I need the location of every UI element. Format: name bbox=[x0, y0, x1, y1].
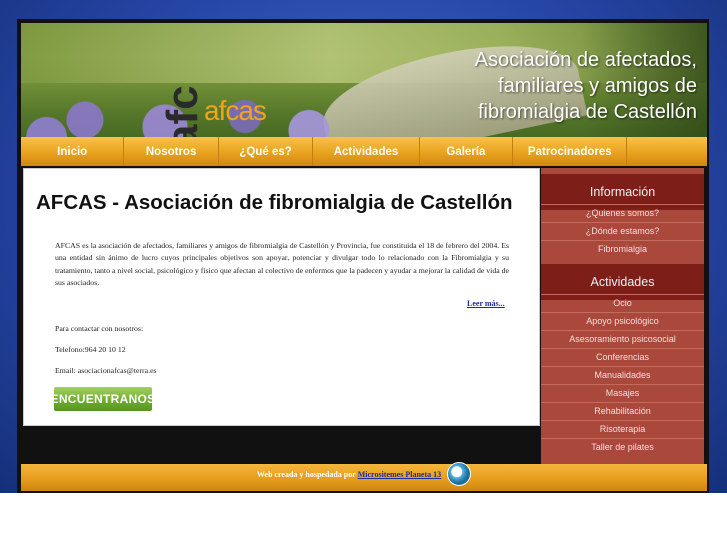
find-us-button[interactable]: ENCUENTRANOS bbox=[51, 387, 155, 411]
content-panel: AFCAS - Asociación de fibromialgia de Ca… bbox=[23, 168, 540, 426]
contact-email: Email: asociacionafcas@terra.es bbox=[55, 366, 157, 375]
nav-item-actividades[interactable]: Actividades bbox=[313, 137, 420, 166]
logo[interactable]: afcas bbox=[204, 95, 267, 127]
nav-item-nosotros[interactable]: Nosotros bbox=[124, 137, 219, 166]
footer: Web creada y hospedada por Micrositemes … bbox=[21, 462, 707, 491]
sidebar-item-quienes-somos[interactable]: ¿Quienes somos? bbox=[541, 204, 704, 222]
logo-mark: afc bbox=[158, 85, 207, 137]
banner-title-line: Asociación de afectados, bbox=[474, 49, 697, 71]
banner-title: Asociación de afectados, familiares y am… bbox=[457, 47, 697, 125]
banner-title-line: familiares y amigos de bbox=[498, 75, 697, 97]
footer-text: Web creada y hospedada por bbox=[256, 469, 356, 479]
nav-item-galeria[interactable]: Galería bbox=[420, 137, 514, 166]
sidebar-item-pilates[interactable]: Taller de pilates bbox=[541, 438, 704, 456]
sidebar-item-asesoramiento[interactable]: Asesoramiento psicosocial bbox=[541, 330, 704, 348]
sidebar-item-apoyo-psicologico[interactable]: Apoyo psicológico bbox=[541, 312, 704, 330]
globe-icon[interactable] bbox=[447, 462, 472, 486]
sidebar-item-manualidades[interactable]: Manualidades bbox=[541, 366, 704, 384]
read-more-link[interactable]: Leer más... bbox=[467, 299, 505, 308]
main-nav: Inicio Nosotros ¿Qué es? Actividades Gal… bbox=[21, 137, 707, 166]
footer-link[interactable]: Micrositemes Planeta 13 bbox=[358, 470, 441, 479]
contact-intro: Para contactar con nosotros: bbox=[55, 324, 144, 333]
nav-item-patrocinadores[interactable]: Patrocinadores bbox=[513, 137, 628, 166]
header-banner: afc afcas Asociación de afectados, famil… bbox=[21, 23, 707, 137]
nav-item-empty bbox=[627, 137, 707, 166]
sidebar-item-masajes[interactable]: Masajes bbox=[541, 384, 704, 402]
intro-paragraph: AFCAS es la asociación de afectados, fam… bbox=[55, 241, 509, 288]
contact-phone: Telefono:964 20 10 12 bbox=[55, 345, 126, 354]
sidebar-item-risoterapia[interactable]: Risoterapia bbox=[541, 420, 704, 438]
nav-item-que-es[interactable]: ¿Qué es? bbox=[219, 137, 314, 166]
sidebar-item-rehabilitacion[interactable]: Rehabilitación bbox=[541, 402, 704, 420]
sidebar-item-fibromialgia[interactable]: Fibromialgia bbox=[541, 240, 704, 258]
banner-title-line: fibromialgia de Castellón bbox=[477, 101, 697, 123]
sidebar-item-ocio[interactable]: Ocio bbox=[541, 294, 704, 312]
nav-item-inicio[interactable]: Inicio bbox=[21, 137, 125, 166]
sidebar: Información ¿Quienes somos? ¿Dónde estam… bbox=[541, 168, 704, 464]
sidebar-item-conferencias[interactable]: Conferencias bbox=[541, 348, 704, 366]
page-title: AFCAS - Asociación de fibromialgia de Ca… bbox=[36, 191, 513, 214]
sidebar-item-donde-estamos[interactable]: ¿Dónde estamos? bbox=[541, 222, 704, 240]
